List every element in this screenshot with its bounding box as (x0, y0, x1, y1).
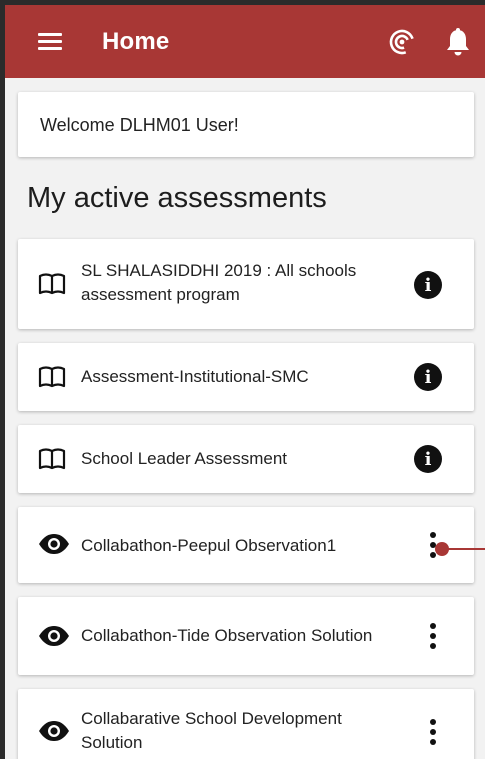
notification-bell-icon[interactable] (444, 27, 472, 57)
welcome-message: Welcome DLHM01 User! (40, 115, 239, 135)
observation-card[interactable]: Collabathon-Peepul Observation1 (18, 507, 474, 583)
book-icon (38, 272, 66, 301)
menu-icon[interactable] (38, 33, 62, 51)
app-screen: Home Welcome DLHM01 User! My active asse… (5, 5, 485, 759)
book-icon (38, 447, 66, 476)
eye-icon (38, 625, 70, 652)
info-icon[interactable]: i (414, 445, 442, 473)
eye-icon (38, 533, 70, 560)
observation-title: Collabathon-Tide Observation Solution (81, 626, 373, 645)
more-vert-icon[interactable] (428, 623, 438, 649)
observation-card[interactable]: Collabathon-Tide Observation Solution (18, 597, 474, 675)
observation-title: Collabarative School Development Solutio… (81, 709, 342, 752)
more-vert-icon[interactable] (428, 719, 438, 745)
observation-card[interactable]: Collabarative School Development Solutio… (18, 689, 474, 759)
assessment-card[interactable]: School Leader Assessment i (18, 425, 474, 493)
welcome-card: Welcome DLHM01 User! (18, 92, 474, 157)
info-icon[interactable]: i (414, 363, 442, 391)
assessment-title: School Leader Assessment (81, 449, 288, 468)
broadcast-icon[interactable] (387, 27, 417, 57)
book-icon (38, 365, 66, 394)
page-title: Home (102, 28, 170, 55)
eye-icon (38, 720, 70, 747)
info-icon[interactable]: i (414, 271, 442, 299)
assessment-title: SL SHALASIDDHI 2019 : All schools assess… (81, 261, 357, 304)
callout-dot (435, 542, 449, 556)
assessment-title: Assessment-Institutional-SMC (81, 367, 309, 386)
assessment-card[interactable]: SL SHALASIDDHI 2019 : All schools assess… (18, 239, 474, 329)
observation-title: Collabathon-Peepul Observation1 (81, 536, 337, 555)
assessment-card[interactable]: Assessment-Institutional-SMC i (18, 343, 474, 411)
app-bar: Home (5, 5, 485, 78)
section-title: My active assessments (27, 182, 327, 214)
